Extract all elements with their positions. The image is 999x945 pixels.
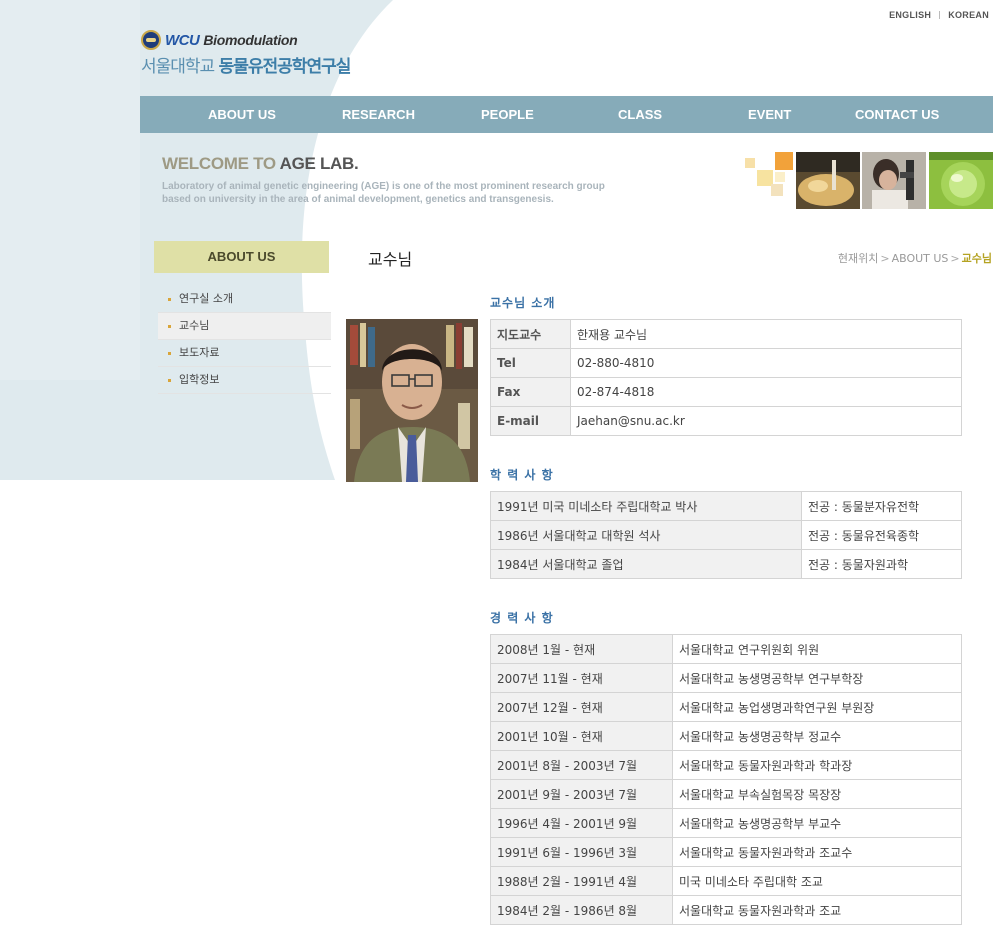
profile-value: 한재용 교수님 xyxy=(570,319,962,349)
career-role: 서울대학교 동물자원과학과 조교수 xyxy=(672,837,962,867)
career-role: 서울대학교 농생명공학부 정교수 xyxy=(672,721,962,751)
table-row: 2001년 10월 - 현재 서울대학교 농생명공학부 정교수 xyxy=(490,721,962,751)
page-title: 교수님 xyxy=(368,250,413,269)
lang-korean-link[interactable]: KOREAN xyxy=(948,10,989,20)
table-row: 2001년 8월 - 2003년 7월 서울대학교 동물자원과학과 학과장 xyxy=(490,750,962,780)
breadcrumb-about[interactable]: ABOUT US xyxy=(892,252,949,265)
main-nav: ABOUT US RESEARCH PEOPLE CLASS EVENT CON… xyxy=(140,96,993,133)
table-row: Tel 02-880-4810 xyxy=(490,348,962,378)
education-major: 전공 : 동물자원과학 xyxy=(801,549,962,579)
career-role: 서울대학교 농업생명과학연구원 부원장 xyxy=(672,692,962,722)
professor-portrait xyxy=(346,319,478,482)
decorative-squares xyxy=(745,152,795,197)
table-row: 1996년 4월 - 2001년 9월 서울대학교 농생명공학부 부교수 xyxy=(490,808,962,838)
breadcrumb-arrow-icon: > xyxy=(880,252,890,265)
university-emblem-icon xyxy=(141,30,161,50)
nav-class[interactable]: CLASS xyxy=(618,96,662,133)
breadcrumb: 현재위치 > ABOUT US > 교수님 xyxy=(838,250,992,266)
profile-value: 02-874-4818 xyxy=(570,377,962,407)
profile-label: Fax xyxy=(490,377,571,407)
career-role: 서울대학교 부속실험목장 목장장 xyxy=(672,779,962,809)
table-row: 1986년 서울대학교 대학원 석사 전공 : 동물유전육종학 xyxy=(490,520,962,550)
profile-table: 지도교수 한재용 교수님 Tel 02-880-4810 Fax 02-874-… xyxy=(490,319,962,436)
table-row: 2007년 12월 - 현재 서울대학교 농업생명과학연구원 부원장 xyxy=(490,692,962,722)
table-row: 2001년 9월 - 2003년 7월 서울대학교 부속실험목장 목장장 xyxy=(490,779,962,809)
profile-email-value[interactable]: Jaehan@snu.ac.kr xyxy=(570,406,962,436)
table-row: 1984년 2월 - 1986년 8월 서울대학교 동물자원과학과 조교 xyxy=(490,895,962,925)
table-row: 2008년 1월 - 현재 서울대학교 연구위원회 위원 xyxy=(490,634,962,664)
breadcrumb-label: 현재위치 xyxy=(837,252,879,265)
logo-lab-name: 동물유전공학연구실 xyxy=(218,57,352,77)
table-row: 2007년 11월 - 현재 서울대학교 농생명공학부 연구부학장 xyxy=(490,663,962,693)
lang-divider xyxy=(939,11,941,19)
education-major: 전공 : 동물유전육종학 xyxy=(801,520,962,550)
table-row: 1988년 2월 - 1991년 4월 미국 미네소타 주립대학 조교 xyxy=(490,866,962,896)
sidebar-menu: 연구실 소개 교수님 보도자료 입학정보 xyxy=(158,286,331,394)
career-period: 1996년 4월 - 2001년 9월 xyxy=(490,808,673,838)
career-period: 2007년 11월 - 현재 xyxy=(490,663,673,693)
nav-event[interactable]: EVENT xyxy=(748,96,791,133)
career-period: 2001년 8월 - 2003년 7월 xyxy=(490,750,673,780)
education-degree: 1991년 미국 미네소타 주립대학교 박사 xyxy=(490,491,802,521)
welcome-banner: WELCOME TO AGE LAB. Laboratory of animal… xyxy=(162,154,622,206)
nav-about-us[interactable]: ABOUT US xyxy=(208,96,276,133)
sidebar-title: ABOUT US xyxy=(154,241,329,273)
banner-photo-lab-work xyxy=(796,152,860,209)
site-logo[interactable]: WCU Biomodulation 서울대학교 동물유전공학연구실 xyxy=(141,30,352,77)
nav-people[interactable]: PEOPLE xyxy=(481,96,534,133)
career-role: 서울대학교 동물자원과학과 학과장 xyxy=(672,750,962,780)
career-role: 서울대학교 연구위원회 위원 xyxy=(672,634,962,664)
table-row: 지도교수 한재용 교수님 xyxy=(490,319,962,349)
career-period: 2007년 12월 - 현재 xyxy=(490,692,673,722)
education-degree: 1986년 서울대학교 대학원 석사 xyxy=(490,520,802,550)
career-period: 2001년 10월 - 현재 xyxy=(490,721,673,751)
career-role: 서울대학교 농생명공학부 연구부학장 xyxy=(672,663,962,693)
table-row: E-mail Jaehan@snu.ac.kr xyxy=(490,406,962,436)
sidebar-item-lab-intro[interactable]: 연구실 소개 xyxy=(158,286,331,313)
career-table: 2008년 1월 - 현재 서울대학교 연구위원회 위원 2007년 11월 - … xyxy=(490,634,962,925)
career-role: 서울대학교 동물자원과학과 조교 xyxy=(672,895,962,925)
breadcrumb-arrow-icon: > xyxy=(950,252,960,265)
breadcrumb-current: 교수님 xyxy=(961,252,992,265)
table-row: Fax 02-874-4818 xyxy=(490,377,962,407)
logo-university: 서울대학교 xyxy=(141,57,215,77)
education-table: 1991년 미국 미네소타 주립대학교 박사 전공 : 동물분자유전학 1986… xyxy=(490,491,962,579)
logo-biomodulation: Biomodulation xyxy=(203,32,298,48)
table-row: 1991년 미국 미네소타 주립대학교 박사 전공 : 동물분자유전학 xyxy=(490,491,962,521)
career-section-title: 경 력 사 항 xyxy=(490,611,554,625)
profile-label: 지도교수 xyxy=(490,319,571,349)
education-degree: 1984년 서울대학교 졸업 xyxy=(490,549,802,579)
education-section-title: 학 력 사 항 xyxy=(490,468,554,482)
career-period: 2008년 1월 - 현재 xyxy=(490,634,673,664)
table-row: 1984년 서울대학교 졸업 전공 : 동물자원과학 xyxy=(490,549,962,579)
nav-research[interactable]: RESEARCH xyxy=(342,96,415,133)
education-major: 전공 : 동물분자유전학 xyxy=(801,491,962,521)
lang-english-link[interactable]: ENGLISH xyxy=(889,10,931,20)
career-period: 1991년 6월 - 1996년 3월 xyxy=(490,837,673,867)
profile-label: Tel xyxy=(490,348,571,378)
profile-value: 02-880-4810 xyxy=(570,348,962,378)
banner-photo-green-cell xyxy=(929,152,993,209)
welcome-prefix: WELCOME TO xyxy=(162,154,276,173)
career-period: 1988년 2월 - 1991년 4월 xyxy=(490,866,673,896)
career-period: 1984년 2월 - 1986년 8월 xyxy=(490,895,673,925)
table-row: 1991년 6월 - 1996년 3월 서울대학교 동물자원과학과 조교수 xyxy=(490,837,962,867)
sidebar-item-professor[interactable]: 교수님 xyxy=(158,313,331,340)
profile-section-title: 교수님 소개 xyxy=(490,296,556,310)
logo-wcu: WCU xyxy=(165,31,200,49)
welcome-title: WELCOME TO AGE LAB. xyxy=(162,154,622,174)
welcome-description: Laboratory of animal genetic engineering… xyxy=(162,181,605,205)
sidebar-item-press[interactable]: 보도자료 xyxy=(158,340,331,367)
sidebar-item-admission[interactable]: 입학정보 xyxy=(158,367,331,394)
banner-photo-microscope xyxy=(862,152,926,209)
language-links: ENGLISH KOREAN xyxy=(889,10,989,20)
logo-korean: 서울대학교 동물유전공학연구실 xyxy=(141,52,352,77)
welcome-lab: AGE LAB. xyxy=(279,154,359,173)
career-role: 미국 미네소타 주립대학 조교 xyxy=(672,866,962,896)
career-role: 서울대학교 농생명공학부 부교수 xyxy=(672,808,962,838)
career-period: 2001년 9월 - 2003년 7월 xyxy=(490,779,673,809)
profile-label: E-mail xyxy=(490,406,571,436)
nav-contact-us[interactable]: CONTACT US xyxy=(855,96,939,133)
